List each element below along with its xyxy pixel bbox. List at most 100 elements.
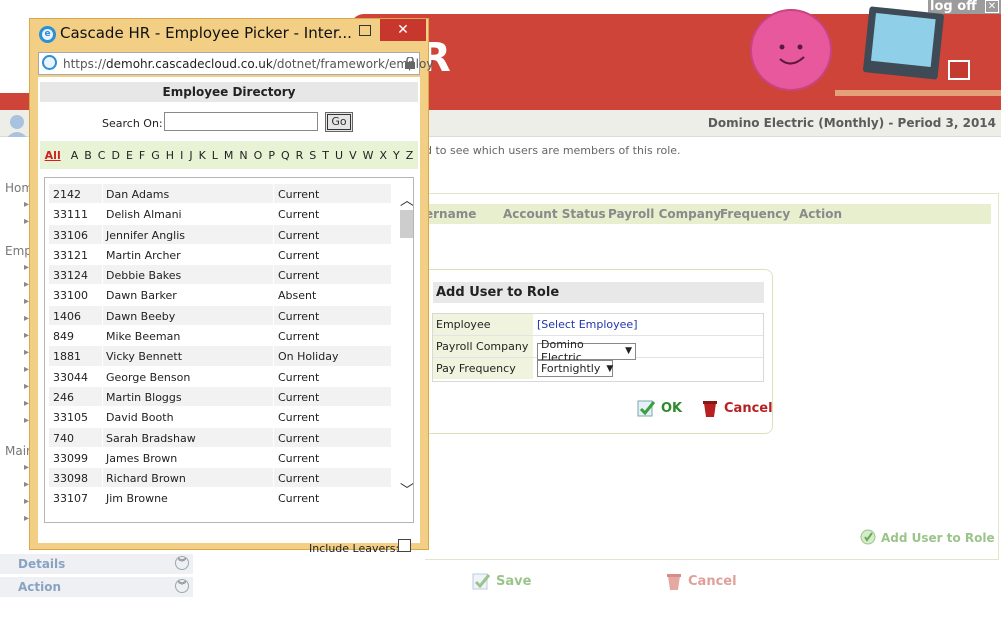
role-hint-text: d to see which users are members of this… [425, 144, 681, 157]
monitor-illustration [862, 6, 945, 80]
ok-button[interactable]: OK [637, 398, 682, 418]
maximize-button[interactable] [359, 25, 371, 36]
cancel-button[interactable]: Cancel [700, 398, 773, 418]
alpha-filter-b[interactable]: B [81, 149, 95, 162]
pay-frequency-select[interactable]: Fortnightly ▼ [537, 360, 613, 377]
alpha-filter-o[interactable]: O [251, 149, 266, 162]
alpha-filter-y[interactable]: Y [390, 149, 403, 162]
col-action[interactable]: Action [799, 207, 842, 221]
go-button[interactable]: Go [325, 112, 353, 132]
employee-status: Absent [278, 289, 317, 303]
employee-row[interactable]: 1406 Dawn Beeby Current [49, 305, 391, 327]
window-titlebar[interactable]: e Cascade HR - Employee Picker - Inter..… [30, 19, 428, 48]
alpha-filter-e[interactable]: E [123, 149, 136, 162]
close-icon: ✕ [985, 0, 999, 13]
include-leavers-checkbox[interactable] [398, 539, 411, 552]
include-leavers-label: Include Leavers: [309, 542, 400, 555]
employee-row[interactable]: 33124 Debbie Bakes Current [49, 265, 391, 286]
sidebar-item-employees[interactable]: Emp [5, 244, 32, 258]
employee-row[interactable]: 33098 Richard Brown Current [49, 468, 391, 489]
minimize-button[interactable]: – [330, 23, 344, 39]
col-account-status[interactable]: Account Status [503, 207, 606, 221]
alpha-filter-q[interactable]: Q [278, 149, 293, 162]
payroll-company-select[interactable]: Domino Electric ▼ [537, 338, 636, 364]
employee-id: 1406 [53, 309, 81, 323]
chevron-down-icon: ︾ [175, 579, 189, 593]
page-cancel-button[interactable]: Cancel [664, 571, 737, 591]
employee-status: Current [278, 228, 320, 242]
scroll-thumb[interactable] [400, 210, 413, 238]
employee-row[interactable]: 33100 Dawn Barker Absent [49, 285, 391, 306]
alpha-filter-u[interactable]: U [332, 149, 346, 162]
sidebar-tab-action[interactable]: Action ︾ [0, 577, 193, 598]
logoff-button[interactable]: log off ✕ [928, 0, 1001, 14]
select-employee-link[interactable]: [Select Employee] [537, 318, 638, 331]
close-window-button[interactable]: ✕ [380, 19, 426, 41]
employee-row[interactable]: 33099 James Brown Current [49, 447, 391, 469]
employee-status: On Holiday [278, 350, 339, 364]
save-check-icon [472, 573, 491, 590]
alpha-filter-w[interactable]: W [360, 149, 377, 162]
employee-row[interactable]: 33121 Martin Archer Current [49, 244, 391, 266]
employee-name: Dawn Barker [106, 289, 177, 303]
employee-row[interactable]: 33106 Jennifer Anglis Current [49, 224, 391, 245]
scroll-down-icon[interactable]: ﹀ [400, 480, 413, 500]
alpha-filter-m[interactable]: M [221, 149, 237, 162]
alpha-filter-k[interactable]: K [196, 149, 209, 162]
alpha-filter-c[interactable]: C [95, 149, 109, 162]
col-payroll-company[interactable]: Payroll Company [608, 207, 721, 221]
employee-status: Current [278, 411, 320, 425]
alpha-filter-x[interactable]: X [377, 149, 391, 162]
col-frequency[interactable]: Frequency [720, 207, 790, 221]
employee-row[interactable]: 246 Martin Bloggs Current [49, 386, 391, 408]
desk-illustration [835, 90, 1001, 96]
alpha-filter-a[interactable]: A [68, 149, 82, 162]
alpha-filter-n[interactable]: N [236, 149, 250, 162]
sidebar-tab-details[interactable]: Details ︾ [0, 554, 193, 575]
employee-row[interactable]: 1881 Vicky Bennett On Holiday [49, 346, 391, 367]
employee-row[interactable]: 33044 George Benson Current [49, 366, 391, 387]
alpha-filter-p[interactable]: P [265, 149, 278, 162]
alpha-filter-s[interactable]: S [306, 149, 319, 162]
col-username[interactable]: ername [425, 207, 476, 221]
alpha-filter-i[interactable]: I [177, 149, 186, 162]
add-user-form: Employee [Select Employee] Payroll Compa… [432, 313, 764, 382]
alpha-filter-r[interactable]: R [293, 149, 307, 162]
list-scrollbar[interactable]: ︿ ﹀ [397, 178, 413, 522]
trash-icon [703, 401, 717, 417]
employee-status: Current [278, 390, 320, 404]
scroll-up-icon[interactable]: ︿ [400, 190, 413, 210]
employee-id: 33044 [53, 370, 88, 384]
employee-status: Current [278, 208, 320, 222]
save-button[interactable]: Save [472, 571, 531, 591]
employee-status: Current [278, 188, 320, 201]
employee-row[interactable]: 33107 Jim Browne Current [49, 488, 391, 509]
employee-row[interactable]: 33111 Delish Almani Current [49, 204, 391, 225]
employee-row[interactable]: 740 Sarah Bradshaw Current [49, 427, 391, 448]
employee-row[interactable]: 33105 David Booth Current [49, 407, 391, 428]
alpha-filter-f[interactable]: F [136, 149, 148, 162]
alpha-filter-d[interactable]: D [108, 149, 122, 162]
employee-id: 33111 [53, 208, 88, 222]
employee-id: 33099 [53, 451, 88, 465]
search-input[interactable] [164, 112, 318, 131]
employee-row[interactable]: 2142 Dan Adams Current [49, 184, 391, 205]
logoff-label: log off [930, 0, 977, 14]
alpha-filter-v[interactable]: V [346, 149, 360, 162]
alpha-filter-j[interactable]: J [186, 149, 195, 162]
employee-id: 33106 [53, 228, 88, 242]
url-text: https://demohr.cascadecloud.co.uk/dotnet… [63, 57, 433, 71]
alpha-filter-t[interactable]: T [319, 149, 332, 162]
alpha-filter-l[interactable]: L [209, 149, 221, 162]
alpha-filter-all[interactable]: All [42, 149, 64, 162]
add-user-to-role-button[interactable]: Add User to Role [860, 529, 995, 546]
alpha-filter-g[interactable]: G [148, 149, 163, 162]
ok-check-icon [637, 400, 656, 417]
alpha-filter-h[interactable]: H [163, 149, 177, 162]
address-bar[interactable]: https://demohr.cascadecloud.co.uk/dotnet… [38, 52, 433, 75]
alpha-filter-z[interactable]: Z [403, 149, 417, 162]
payroll-company-label: Payroll Company [433, 336, 533, 357]
employee-status: Current [278, 472, 320, 486]
employee-list: 2142 Dan Adams Current 33111 Delish Almani Cu… [44, 177, 414, 523]
employee-row[interactable]: 849 Mike Beeman Current [49, 326, 391, 347]
